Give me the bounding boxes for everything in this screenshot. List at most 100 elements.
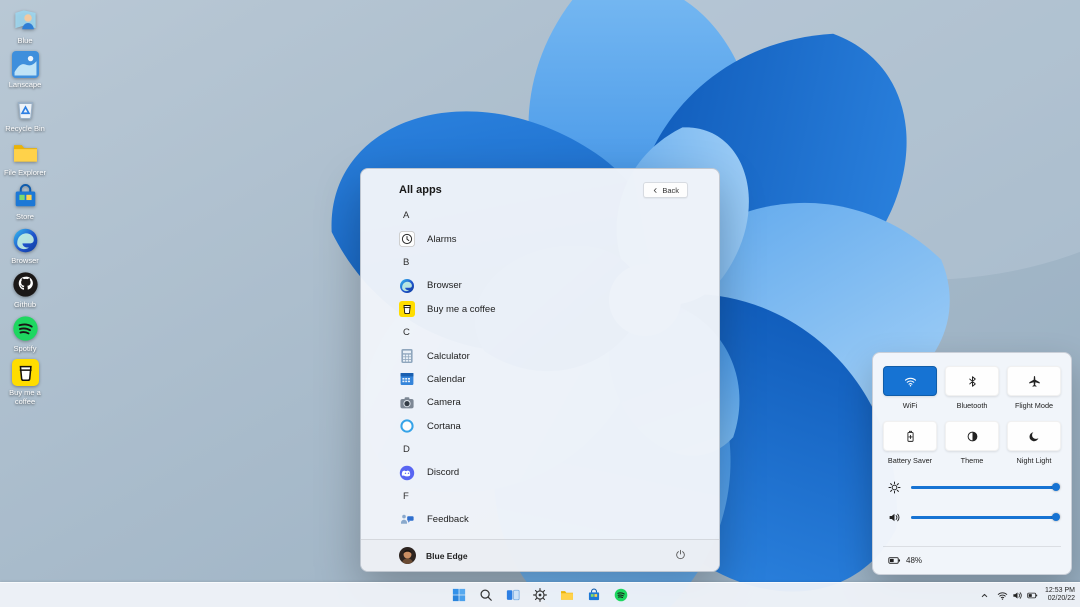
task-view-icon [506, 588, 520, 602]
store-icon [587, 588, 601, 602]
toggle-label: Theme [961, 456, 984, 465]
brightness-slider-thumb[interactable] [1052, 483, 1060, 491]
user-profile[interactable]: Blue Edge [399, 547, 468, 564]
github-icon [12, 271, 39, 298]
desktop-icon-label: Lanscape [9, 80, 42, 89]
battery-status[interactable]: 48% [888, 554, 922, 567]
section-letter-d[interactable]: D [399, 438, 689, 461]
taskbar: 12:53 PM 02/20/22 [0, 582, 1080, 607]
power-button[interactable] [673, 546, 688, 565]
wifi-tray-icon [997, 590, 1008, 601]
toggle-label: WiFi [903, 401, 918, 410]
toggle-cell-night-light: Night Light [1007, 421, 1061, 465]
tray-time: 12:53 PM [1045, 587, 1075, 596]
folder-icon [12, 139, 39, 166]
power-icon [675, 549, 686, 560]
volume-slider-thumb[interactable] [1052, 513, 1060, 521]
toggle-night-light-button[interactable] [1007, 421, 1061, 451]
quick-settings-footer: 48% [883, 546, 1061, 574]
theme-icon [966, 430, 979, 443]
toggle-cell-theme: Theme [945, 421, 999, 465]
taskbar-task-view-button[interactable] [502, 585, 524, 605]
back-button-label: Back [662, 186, 679, 195]
calculator-icon [399, 348, 415, 364]
store-icon [12, 183, 39, 210]
taskbar-start-button[interactable] [448, 585, 470, 605]
desktop: Blue Lanscape Recycle Bin File ExplorerStor… [0, 0, 1080, 607]
desktop-icon-label: Spotify [14, 344, 37, 353]
toggle-theme-button[interactable] [945, 421, 999, 451]
toggle-flight-mode-button[interactable] [1007, 366, 1061, 396]
coffee-icon [12, 359, 39, 386]
app-item-label: Cortana [427, 421, 461, 432]
chevron-up-icon [980, 591, 989, 600]
desktop-icon-github[interactable]: Github [2, 269, 48, 311]
section-letter-b[interactable]: B [399, 251, 689, 274]
app-item-label: Camera [427, 397, 461, 408]
app-item-calendar[interactable]: Calendar [399, 368, 689, 391]
app-item-buy-me-a-coffee[interactable]: Buy me a coffee [399, 298, 689, 321]
app-item-discord[interactable]: Discord [399, 461, 689, 484]
quick-settings-panel: WiFiBluetoothFlight ModeBattery SaverThe… [872, 352, 1072, 575]
wifi-icon [904, 375, 917, 388]
desktop-icon-buy-me-a-coffee[interactable]: Buy me a coffee [2, 357, 48, 408]
app-item-label: Calendar [427, 374, 466, 385]
taskbar-search-button[interactable] [475, 585, 497, 605]
start-menu-all-apps: All apps Back AAlarmsBBrowserBuy me a co… [360, 168, 720, 572]
toggle-label: Night Light [1017, 456, 1052, 465]
app-item-browser[interactable]: Browser [399, 274, 689, 297]
bluetooth-icon [966, 375, 979, 388]
brightness-slider-row [888, 481, 1056, 494]
app-item-camera[interactable]: Camera [399, 391, 689, 414]
desktop-icon-recycle-bin[interactable]: Recycle Bin [2, 93, 48, 135]
app-item-label: Browser [427, 280, 462, 291]
section-letter-c[interactable]: C [399, 321, 689, 344]
desktop-icon-grid: Blue Lanscape Recycle Bin File ExplorerStor… [2, 5, 48, 408]
brightness-slider[interactable] [911, 486, 1056, 489]
desktop-icon-browser[interactable]: Browser [2, 225, 48, 267]
spotify-icon [12, 315, 39, 342]
app-item-calculator[interactable]: Calculator [399, 344, 689, 367]
desktop-icon-store[interactable]: Store [2, 181, 48, 223]
battery-icon [888, 554, 901, 567]
toggle-label: Bluetooth [957, 401, 988, 410]
app-item-alarms[interactable]: Alarms [399, 227, 689, 250]
taskbar-file-explorer-button[interactable] [556, 585, 578, 605]
taskbar-spotify-button[interactable] [610, 585, 632, 605]
night-light-icon [1028, 430, 1041, 443]
tray-indicators[interactable] [997, 590, 1038, 601]
folder-icon [560, 588, 574, 602]
user-icon [12, 7, 39, 34]
volume-slider[interactable] [911, 516, 1056, 519]
quick-settings-grid: WiFiBluetoothFlight ModeBattery SaverThe… [883, 366, 1061, 465]
desktop-icon-label: Recycle Bin [5, 124, 45, 133]
section-letter-a[interactable]: A [399, 204, 689, 227]
toggle-cell-flight-mode: Flight Mode [1007, 366, 1061, 410]
toggle-label: Flight Mode [1015, 401, 1053, 410]
desktop-icon-file-explorer[interactable]: File Explorer [2, 137, 48, 179]
taskbar-store-button[interactable] [583, 585, 605, 605]
toggle-battery-saver-button[interactable] [883, 421, 937, 451]
section-letter-f[interactable]: F [399, 485, 689, 508]
feedback-icon [399, 512, 415, 528]
taskbar-settings-button[interactable] [529, 585, 551, 605]
chevron-left-icon [652, 187, 659, 194]
app-item-cortana[interactable]: Cortana [399, 415, 689, 438]
app-item-feedback[interactable]: Feedback [399, 508, 689, 531]
user-name: Blue Edge [426, 551, 468, 561]
tray-chevron-up-button[interactable] [979, 590, 990, 601]
desktop-icon-label: Buy me a coffee [3, 388, 47, 406]
desktop-icon-lanscape[interactable]: Lanscape [2, 49, 48, 91]
start-user-bar: Blue Edge [361, 539, 719, 571]
volume-icon [888, 511, 901, 524]
desktop-icon-spotify[interactable]: Spotify [2, 313, 48, 355]
recycle-bin-icon [12, 95, 39, 122]
toggle-bluetooth-button[interactable] [945, 366, 999, 396]
desktop-icon-blue[interactable]: Blue [2, 5, 48, 47]
app-item-label: Calculator [427, 351, 470, 362]
tray-clock[interactable]: 12:53 PM 02/20/22 [1045, 587, 1075, 604]
back-button[interactable]: Back [643, 182, 688, 198]
toggle-wifi-button[interactable] [883, 366, 937, 396]
app-item-label: Alarms [427, 234, 457, 245]
picture-icon [12, 51, 39, 78]
